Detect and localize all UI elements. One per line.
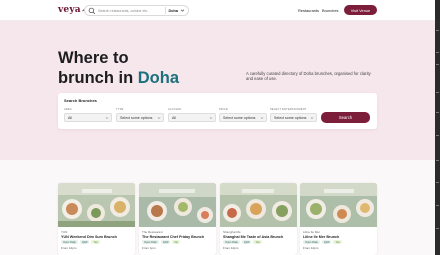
tag: QAR <box>241 240 252 245</box>
type-value: Select some options <box>120 115 153 120</box>
tag: Yes <box>333 240 342 245</box>
type-label: TYPE <box>116 108 124 111</box>
card-venue: Shanghai Me <box>223 229 241 234</box>
title-line-1: Where to <box>58 49 129 67</box>
divider <box>164 7 166 14</box>
tag: QAR <box>321 240 332 245</box>
chevron-down-icon <box>157 117 161 119</box>
search-bar[interactable]: Search restaurants, cuisine etc. Doha <box>84 5 189 16</box>
card-tags: Open Daily QAR Yes <box>223 240 262 245</box>
chevron-down-icon <box>180 9 185 12</box>
type-select[interactable]: Select some options <box>116 113 164 122</box>
tag: Open Daily <box>303 240 320 245</box>
card-title[interactable]: Shanghai Me Taste of Asia Brunch <box>223 235 283 239</box>
card-venue: The Restaurant <box>142 229 163 234</box>
card-title[interactable]: YUN Weekend Dim Sum Brunch <box>61 235 117 239</box>
brunch-photo <box>300 183 377 227</box>
scrollbar[interactable] <box>435 0 440 255</box>
chevron-down-icon <box>209 117 213 119</box>
entertainment-label: SELECT ENTERTAINMENT <box>270 108 307 111</box>
search-button[interactable]: Search <box>321 112 370 123</box>
price-label: PRICE <box>219 108 228 111</box>
brunch-photo <box>58 183 135 227</box>
card-venue: YUN <box>61 229 68 234</box>
card-tags: Open Daily QAR No <box>142 240 180 245</box>
brunch-photo <box>220 183 297 227</box>
alcohol-label: ALCOHOL <box>168 108 182 111</box>
alcohol-value: All <box>172 115 176 120</box>
area-label: AREA <box>64 108 72 111</box>
card-tags: Open Daily QAR Yes <box>61 240 100 245</box>
card-time: From 12pm <box>223 246 239 250</box>
title-prefix: brunch in <box>58 69 138 87</box>
price-select[interactable]: Select some options <box>219 113 267 122</box>
card-tags: Open Daily QAR Yes <box>303 240 342 245</box>
chevron-down-icon <box>260 117 264 119</box>
search-icon <box>88 7 96 14</box>
tag: Yes <box>253 240 262 245</box>
page: veya Search restaurants, cuisine etc. Do… <box>0 0 440 255</box>
card-time: From 12pm <box>61 246 77 250</box>
brunch-photo <box>139 183 216 227</box>
nav-link-brunches[interactable]: Brunches <box>322 8 338 13</box>
tag: QAR <box>160 240 171 245</box>
card-venue: Liline Ile Mer <box>303 229 321 234</box>
search-input[interactable]: Search restaurants, cuisine etc. <box>98 9 165 13</box>
entertainment-select[interactable]: Select some options <box>270 113 317 122</box>
hero-subtitle: A carefully curated directory of Doha br… <box>246 71 371 82</box>
visit-venue-button[interactable]: Visit Venue <box>344 5 377 15</box>
area-value: All <box>68 115 72 120</box>
search-panel: Search Brunches AREA All TYPE Select som… <box>58 93 377 129</box>
entertainment-value: Select some options <box>274 115 307 120</box>
card-time: From 12pm <box>303 246 319 250</box>
tag: Yes <box>91 240 100 245</box>
top-nav: veya Search restaurants, cuisine etc. Do… <box>0 0 440 21</box>
brunch-card[interactable]: Shanghai Me Shanghai Me Taste of Asia Br… <box>220 183 297 255</box>
city-selector[interactable]: Doha <box>169 9 179 13</box>
panel-title: Search Brunches <box>64 98 97 103</box>
page-title: Where to brunch in Doha <box>58 48 179 88</box>
alcohol-select[interactable]: All <box>168 113 216 122</box>
title-line-2: brunch in Doha <box>58 68 179 88</box>
area-select[interactable]: All <box>64 113 112 122</box>
nav-link-restaurants[interactable]: Restaurants <box>298 8 319 13</box>
chevron-down-icon <box>105 117 109 119</box>
tag: Open Daily <box>223 240 240 245</box>
tag: QAR <box>79 240 90 245</box>
logo-text: veya <box>58 5 81 15</box>
tag: Open Daily <box>61 240 78 245</box>
card-title[interactable]: The Restaurant Chef Friday Brunch <box>142 235 204 239</box>
brunch-card[interactable]: The Restaurant The Restaurant Chef Frida… <box>139 183 216 255</box>
brunch-card[interactable]: YUN YUN Weekend Dim Sum Brunch Open Dail… <box>58 183 135 255</box>
tag: Open Daily <box>142 240 159 245</box>
title-city: Doha <box>137 69 179 87</box>
card-time: From 1pm <box>142 246 156 250</box>
tag: No <box>172 240 180 245</box>
price-value: Select some options <box>223 115 256 120</box>
chevron-down-icon <box>310 117 314 119</box>
card-title[interactable]: Liline Ile Mer Brunch <box>303 235 339 239</box>
brunch-card[interactable]: Liline Ile Mer Liline Ile Mer Brunch Ope… <box>300 183 377 255</box>
